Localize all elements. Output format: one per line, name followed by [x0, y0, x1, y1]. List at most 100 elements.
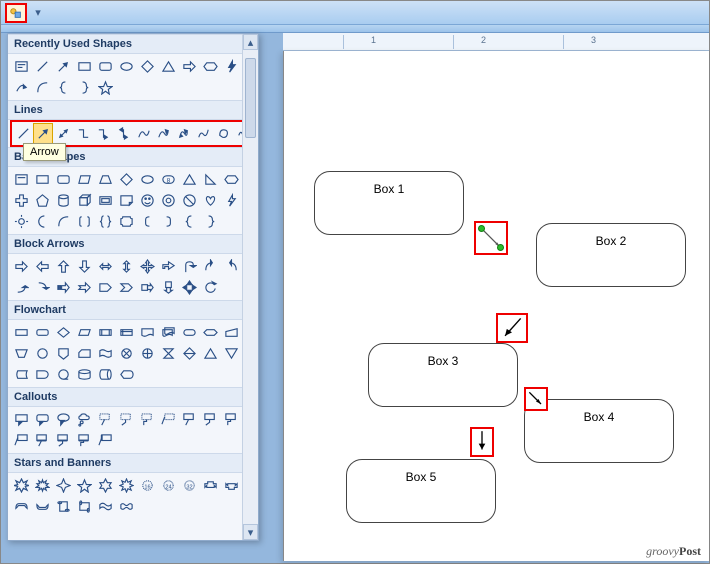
arrow-curved-down[interactable] — [33, 278, 52, 297]
arrow-updown[interactable] — [117, 257, 136, 276]
shape-arrow[interactable] — [54, 57, 73, 76]
flow-card[interactable] — [75, 344, 94, 363]
shape-folded-corner[interactable] — [117, 191, 136, 210]
star-explosion1[interactable] — [12, 476, 31, 495]
callout-border2[interactable] — [54, 431, 73, 450]
banner-curved-down[interactable] — [33, 497, 52, 516]
line-arrow[interactable] — [34, 124, 52, 143]
flow-direct-access[interactable] — [96, 365, 115, 384]
star-6pt[interactable] — [96, 476, 115, 495]
shape-right-brace[interactable] — [201, 212, 220, 231]
shape-box-3[interactable]: Box 3 — [368, 343, 518, 407]
banner-curved-up[interactable] — [12, 497, 31, 516]
callout-line3[interactable] — [138, 410, 157, 429]
shape-smiley[interactable] — [138, 191, 157, 210]
callout-accent3[interactable] — [222, 410, 241, 429]
arrow-callout-down[interactable] — [159, 278, 178, 297]
shape-right-bracket[interactable] — [159, 212, 178, 231]
flow-manual-input[interactable] — [222, 323, 241, 342]
shape-curved-arrow[interactable] — [12, 78, 31, 97]
flow-multidoc[interactable] — [159, 323, 178, 342]
shape-lightning[interactable] — [222, 57, 241, 76]
shape-cross[interactable] — [12, 191, 31, 210]
shape-right-triangle[interactable] — [201, 170, 220, 189]
arrow-curved-up[interactable] — [12, 278, 31, 297]
shape-left-brace[interactable] — [180, 212, 199, 231]
flow-merge[interactable] — [222, 344, 241, 363]
shape-textbox[interactable] — [12, 170, 31, 189]
flow-data[interactable] — [75, 323, 94, 342]
shape-heart[interactable] — [201, 191, 220, 210]
flow-connector[interactable] — [33, 344, 52, 363]
flow-process[interactable] — [12, 323, 31, 342]
flow-or[interactable] — [138, 344, 157, 363]
shape-no-symbol[interactable] — [180, 191, 199, 210]
panel-scrollbar[interactable]: ▴ ▾ — [242, 34, 258, 540]
flow-delay[interactable] — [33, 365, 52, 384]
shape-hexagon[interactable] — [201, 57, 220, 76]
star-8pt[interactable] — [117, 476, 136, 495]
star-explosion2[interactable] — [33, 476, 52, 495]
shape-bevelled[interactable] — [96, 191, 115, 210]
line-freeform-open[interactable] — [194, 124, 212, 143]
shape-triangle[interactable] — [180, 170, 199, 189]
qat-customize-dropdown[interactable]: ▾ — [33, 4, 43, 22]
shape-diamond[interactable] — [138, 57, 157, 76]
banner-ribbon-up[interactable] — [201, 476, 220, 495]
line-curve-double[interactable] — [174, 124, 192, 143]
shape-rectangle[interactable] — [75, 57, 94, 76]
connector-arrow-3[interactable] — [524, 387, 548, 411]
arrow-uturn[interactable] — [180, 257, 199, 276]
shape-moon[interactable] — [33, 212, 52, 231]
scroll-up-button[interactable]: ▴ — [243, 34, 258, 50]
shape-double-bracket[interactable] — [75, 212, 94, 231]
shape-oval[interactable] — [138, 170, 157, 189]
star-24pt[interactable]: 24 — [159, 476, 178, 495]
line-elbow[interactable] — [74, 124, 92, 143]
shape-textbox[interactable] — [12, 57, 31, 76]
callout-rect[interactable] — [12, 410, 31, 429]
shape-trapezoid[interactable] — [96, 170, 115, 189]
flow-internal-storage[interactable] — [117, 323, 136, 342]
shape-can[interactable] — [54, 191, 73, 210]
callout-border1[interactable] — [33, 431, 52, 450]
callout-line4[interactable] — [159, 410, 178, 429]
shape-parallelogram[interactable] — [75, 170, 94, 189]
arrow-up[interactable] — [54, 257, 73, 276]
flow-alt-process[interactable] — [33, 323, 52, 342]
arrow-bent[interactable] — [159, 257, 178, 276]
callout-line1[interactable] — [96, 410, 115, 429]
shape-donut[interactable] — [159, 191, 178, 210]
flow-magnetic-disk[interactable] — [75, 365, 94, 384]
flow-sort[interactable] — [180, 344, 199, 363]
callout-oval[interactable] — [54, 410, 73, 429]
flow-preparation[interactable] — [201, 323, 220, 342]
connector-arrow-4[interactable] — [470, 427, 494, 457]
callout-rounded[interactable] — [33, 410, 52, 429]
flow-extract[interactable] — [201, 344, 220, 363]
callout-cloud[interactable] — [75, 410, 94, 429]
shape-rounded-rect[interactable] — [96, 57, 115, 76]
shape-brace-left[interactable] — [54, 78, 73, 97]
shape-rectangle[interactable] — [33, 170, 52, 189]
callout-accent2[interactable] — [201, 410, 220, 429]
shape-line[interactable] — [33, 57, 52, 76]
arrow-down[interactable] — [75, 257, 94, 276]
arrow-callout-quad[interactable] — [180, 278, 199, 297]
flow-stored-data[interactable] — [12, 365, 31, 384]
arrow-leftright[interactable] — [96, 257, 115, 276]
shape-oval[interactable] — [117, 57, 136, 76]
shape-plaque[interactable] — [117, 212, 136, 231]
shape-brace-right[interactable] — [75, 78, 94, 97]
callout-border3[interactable] — [75, 431, 94, 450]
shape-arc[interactable] — [33, 78, 52, 97]
scroll-down-button[interactable]: ▾ — [243, 524, 258, 540]
shape-double-brace[interactable] — [96, 212, 115, 231]
callout-accent1[interactable] — [180, 410, 199, 429]
callout-accent4[interactable] — [12, 431, 31, 450]
line-curve[interactable] — [134, 124, 152, 143]
flow-collate[interactable] — [159, 344, 178, 363]
shape-box-1[interactable]: Box 1 — [314, 171, 464, 235]
flow-seq-storage[interactable] — [54, 365, 73, 384]
line-double-arrow[interactable] — [54, 124, 72, 143]
